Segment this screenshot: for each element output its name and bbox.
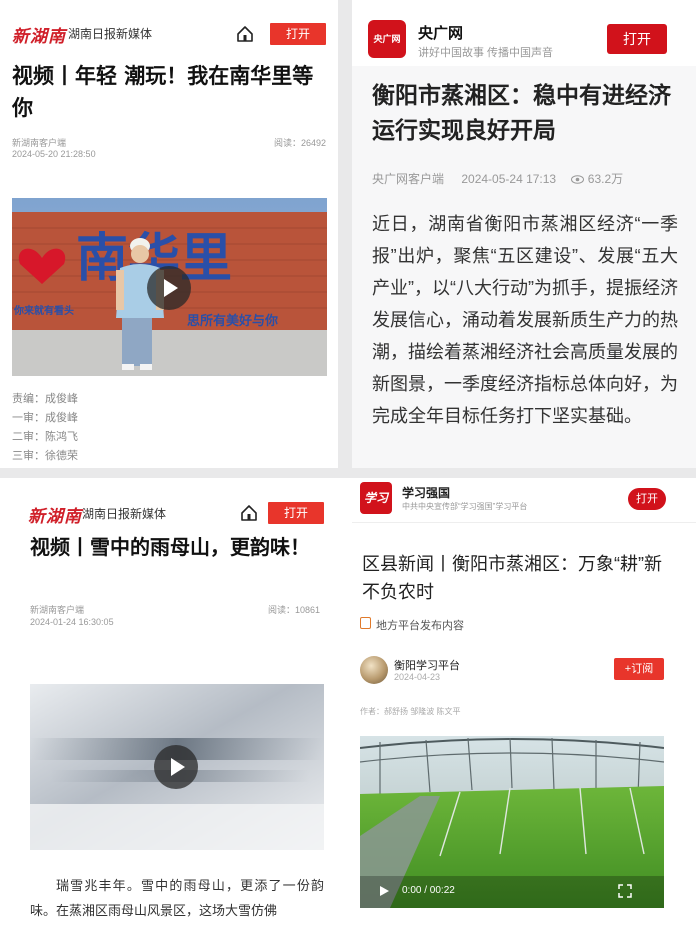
article-panel-xinhunan-nanhuali: 新湖南 湖南日报新媒体 打开 视频丨年轻 潮玩！我在南华里等你 新湖南客户端 2… (0, 0, 338, 468)
subscribe-button[interactable]: +订阅 (614, 658, 664, 680)
open-app-button[interactable]: 打开 (607, 24, 667, 54)
video-player[interactable]: 南华里 思所有美好与你 你来就有看头 (12, 198, 327, 376)
open-app-button[interactable]: 打开 (628, 488, 666, 510)
editor-line: 一审：成俊峰 (12, 411, 78, 424)
cnr-logo: 央广网 (368, 20, 406, 58)
article-meta: 央广网客户端 2024-05-24 17:13 63.2万 (372, 170, 623, 187)
fullscreen-icon[interactable] (618, 884, 632, 898)
article-author: 新湖南客户端 (12, 138, 67, 148)
article-datetime: 2024-05-20 21:28:50 (12, 149, 96, 159)
avatar[interactable] (360, 656, 388, 684)
eye-icon (571, 172, 587, 186)
publish-date: 2024-04-23 (394, 672, 441, 682)
view-count: 63.2万 (587, 172, 624, 186)
open-app-button[interactable]: 打开 (268, 502, 324, 524)
article-panel-xinhunan-yumushan: 新湖南 湖南日报新媒体 打开 视频丨雪中的雨母山，更韵味！ 新湖南客户端 202… (0, 478, 352, 928)
editor-line: 二审：陈鸿飞 (12, 430, 78, 443)
play-icon[interactable] (154, 745, 198, 789)
editor-line: 三审：徐德荣 (12, 449, 78, 462)
app-header: 央广网 央广网 讲好中国故事 传播中国声音 打开 (352, 0, 696, 66)
article-panel-xuexi: 学习 学习强国 中共中央宣传部“学习强国”学习平台 打开 区县新闻丨衡阳市蒸湘区… (352, 478, 696, 928)
app-header: 新湖南 湖南日报新媒体 打开 (18, 498, 338, 530)
app-header: 学习 学习强国 中共中央宣传部“学习强国”学习平台 打开 (352, 478, 696, 520)
document-icon (360, 617, 371, 629)
app-header: 新湖南 湖南日报新媒体 打开 (0, 18, 338, 50)
article-title: 视频丨雪中的雨母山，更韵味！ (30, 535, 310, 559)
video-time: 0:00 / 00:22 (402, 885, 455, 896)
xuexi-logo: 学习 (360, 482, 392, 514)
home-icon[interactable] (236, 25, 254, 43)
home-icon[interactable] (240, 504, 258, 522)
brand-name: 央广网 (418, 25, 464, 42)
sign-left-text: 你来就有看头 (13, 304, 74, 317)
source-label: 湖南日报新媒体 (68, 27, 153, 41)
xinhunan-logo: 新湖南 (28, 507, 82, 527)
editor-line: 责编：成俊峰 (12, 392, 78, 405)
article-datetime: 2024-05-24 17:13 (461, 172, 557, 186)
article-title: 衡阳市蒸湘区：稳中有进经济运行实现良好开局 (372, 82, 671, 143)
article-authors: 作者：郝舒扬 邹隆波 陈文平 (360, 707, 461, 716)
video-player[interactable]: 0:00 / 00:22 (360, 736, 664, 908)
video-player[interactable] (30, 684, 324, 850)
article-body: 近日，湖南省衡阳市蒸湘区经济“一季报”出炉，聚焦“五区建设”、发展“五大产业”，… (372, 214, 678, 426)
play-icon[interactable] (147, 266, 191, 310)
article-datetime: 2024-01-24 16:30:05 (30, 617, 114, 627)
video-controls: 0:00 / 00:22 (360, 874, 664, 908)
article-title: 区县新闻丨衡阳市蒸湘区：万象“耕”新 不负农时 (362, 554, 662, 602)
source-label: 湖南日报新媒体 (82, 507, 167, 521)
read-count: 阅读：10861 (268, 605, 321, 615)
brand-name: 学习强国 (402, 486, 451, 500)
content-tag: 地方平台发布内容 (376, 620, 464, 632)
brand-slogan: 讲好中国故事 传播中国声音 (418, 47, 554, 59)
article-title: 视频丨年轻 潮玩！我在南华里等你 (12, 63, 314, 120)
sign-subtext: 思所有美好与你 (187, 313, 278, 329)
article-source: 央广网客户端 (372, 172, 445, 186)
play-icon[interactable] (378, 885, 390, 897)
account-name[interactable]: 衡阳学习平台 (394, 657, 460, 673)
article-panel-cnr: 央广网 央广网 讲好中国故事 传播中国声音 打开 衡阳市蒸湘区：稳中有进经济运行… (352, 0, 696, 468)
brand-subtitle: 中共中央宣传部“学习强国”学习平台 (402, 502, 528, 511)
divider (352, 522, 696, 523)
article-body: 瑞雪兆丰年。雪中的雨母山，更添了一份韵味。在蒸湘区雨母山风景区，这场大雪仿佛 (30, 879, 324, 919)
xinhunan-logo: 新湖南 (12, 27, 66, 47)
article-author: 新湖南客户端 (30, 605, 85, 615)
read-count: 阅读：26492 (273, 138, 326, 148)
open-app-button[interactable]: 打开 (270, 23, 326, 45)
